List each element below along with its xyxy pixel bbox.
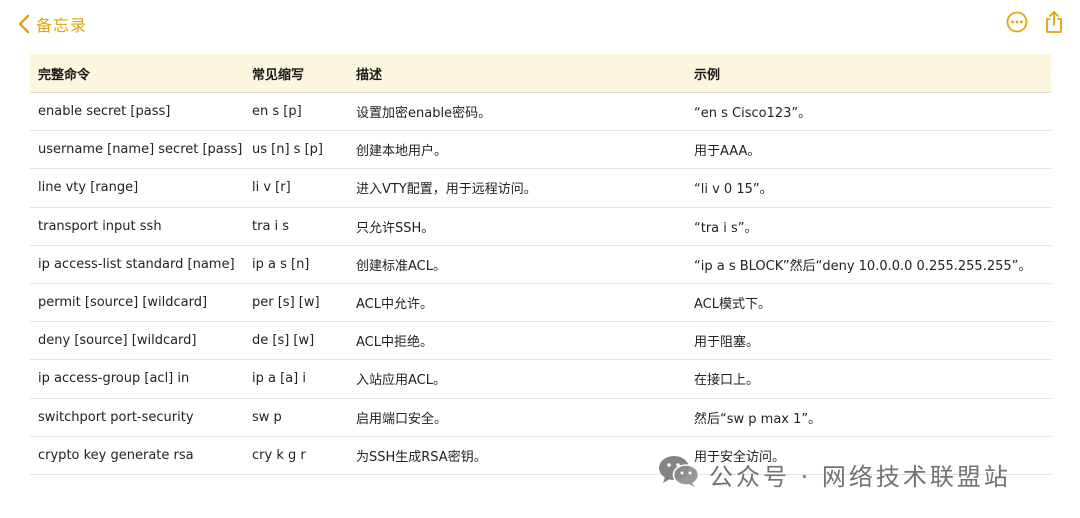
example-cell: 在接口上。 bbox=[694, 373, 760, 389]
table-row: transport input ssh tra i s 只允许SSH。 “tra… bbox=[30, 208, 1051, 246]
table-row: switchport port-security sw p 启用端口安全。 然后… bbox=[30, 399, 1051, 437]
table-row: ip access-list standard [name] ip a s [n… bbox=[30, 246, 1051, 284]
example-cell: 用于AAA。 bbox=[694, 144, 761, 160]
abbreviation-cell: sw p bbox=[252, 409, 282, 425]
header-cell: 示例 bbox=[694, 67, 721, 83]
header-cell: 完整命令 bbox=[38, 67, 91, 83]
abbreviation-cell: ip a s [n] bbox=[252, 256, 310, 272]
wechat-icon bbox=[657, 454, 701, 494]
full-command-cell: transport input ssh bbox=[38, 218, 162, 234]
full-command-cell: switchport port-security bbox=[38, 409, 194, 425]
full-command-cell: crypto key generate rsa bbox=[38, 447, 194, 463]
abbreviation-cell: tra i s bbox=[252, 218, 290, 234]
table-header: 完整命令 常见缩写 描述 示例 bbox=[30, 54, 1051, 93]
chevron-left-icon bbox=[18, 14, 30, 34]
example-cell: 用于阻塞。 bbox=[694, 335, 760, 351]
full-command-cell: ip access-list standard [name] bbox=[38, 256, 235, 272]
description-cell: 进入VTY配置，用于远程访问。 bbox=[356, 182, 537, 198]
full-command-cell: line vty [range] bbox=[38, 180, 139, 196]
share-icon[interactable] bbox=[1044, 10, 1064, 38]
description-cell: 入站应用ACL。 bbox=[356, 373, 446, 389]
description-cell: ACL中允许。 bbox=[356, 297, 433, 313]
abbreviation-cell: cry k g r bbox=[252, 447, 306, 463]
description-cell: 创建标准ACL。 bbox=[356, 258, 446, 274]
header-cell: 描述 bbox=[356, 67, 383, 83]
description-cell: 只允许SSH。 bbox=[356, 220, 435, 236]
back-button[interactable]: 备忘录 bbox=[18, 10, 87, 38]
description-cell: ACL中拒绝。 bbox=[356, 335, 433, 351]
toolbar-actions bbox=[1006, 10, 1064, 38]
full-command-cell: deny [source] [wildcard] bbox=[38, 333, 197, 349]
abbreviation-cell: us [n] s [p] bbox=[252, 142, 323, 158]
abbreviation-cell: per [s] [w] bbox=[252, 295, 320, 311]
table-row: deny [source] [wildcard] de [s] [w] ACL中… bbox=[30, 322, 1051, 361]
example-cell: “en s Cisco123”。 bbox=[694, 106, 812, 122]
description-cell: 启用端口安全。 bbox=[356, 411, 448, 427]
abbreviation-cell: de [s] [w] bbox=[252, 333, 315, 349]
more-circle-icon[interactable] bbox=[1006, 11, 1028, 37]
watermark: 公众号 · 网络技术联盟站 bbox=[657, 455, 1011, 493]
full-command-cell: permit [source] [wildcard] bbox=[38, 295, 208, 311]
example-cell: “ip a s BLOCK”然后“deny 10.0.0.0 0.255.255… bbox=[694, 258, 1032, 274]
command-table: 完整命令 常见缩写 描述 示例 enable secret [pass] en … bbox=[30, 54, 1051, 475]
table-row: username [name] secret [pass] us [n] s [… bbox=[30, 131, 1051, 170]
watermark-text: 公众号 · 网络技术联盟站 bbox=[709, 462, 1011, 491]
example-cell: ACL模式下。 bbox=[694, 297, 771, 313]
full-command-cell: ip access-group [acl] in bbox=[38, 371, 190, 387]
description-cell: 设置加密enable密码。 bbox=[356, 106, 492, 122]
example-cell: “tra i s”。 bbox=[694, 220, 758, 236]
top-bar: 备忘录 bbox=[0, 0, 1080, 48]
description-cell: 为SSH生成RSA密钥。 bbox=[356, 449, 487, 465]
table-row: line vty [range] li v [r] 进入VTY配置，用于远程访问… bbox=[30, 169, 1051, 208]
abbreviation-cell: li v [r] bbox=[252, 180, 291, 196]
example-cell: “li v 0 15”。 bbox=[694, 182, 773, 198]
header-cell: 常见缩写 bbox=[252, 67, 305, 83]
table-row: permit [source] [wildcard] per [s] [w] A… bbox=[30, 284, 1051, 323]
example-cell: 然后“sw p max 1”。 bbox=[694, 411, 822, 427]
back-label: 备忘录 bbox=[36, 16, 88, 35]
table-row: enable secret [pass] en s [p] 设置加密enable… bbox=[30, 93, 1051, 132]
full-command-cell: enable secret [pass] bbox=[38, 104, 171, 120]
abbreviation-cell: en s [p] bbox=[252, 104, 302, 120]
table-row: ip access-group [acl] in ip a [a] i 入站应用… bbox=[30, 360, 1051, 399]
abbreviation-cell: ip a [a] i bbox=[252, 371, 306, 387]
description-cell: 创建本地用户。 bbox=[356, 144, 448, 160]
full-command-cell: username [name] secret [pass] bbox=[38, 142, 243, 158]
